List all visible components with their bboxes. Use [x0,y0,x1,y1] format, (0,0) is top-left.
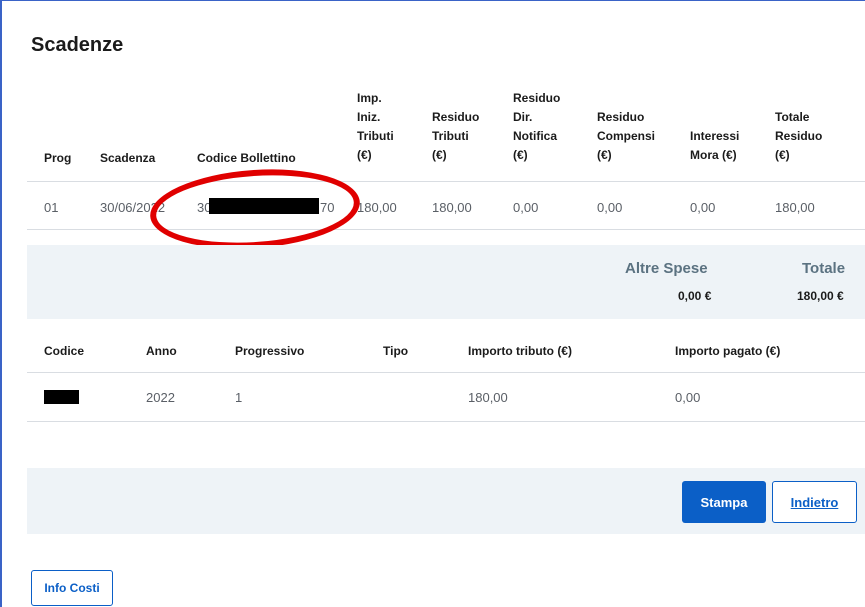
header-scadenza: Scadenza [100,151,156,165]
header-res-trib-line1: Residuo [432,110,480,124]
header-imp-line1: Imp. [357,91,382,105]
header-prog: Prog [44,151,72,165]
tributi-row-divider [27,421,865,422]
header-res-dir-line1: Residuo [513,91,561,105]
cell-residuo-compensi: 0,00 [597,200,623,215]
cell-imp-iniz: 180,00 [357,200,397,215]
header-res-dir-line3: Notifica [513,129,558,143]
header-importo-pagato: Importo pagato (€) [675,344,781,358]
cell-interessi: 0,00 [690,200,716,215]
altre-spese-value: 0,00 € [678,289,712,303]
header-tot-line1: Totale [775,110,810,124]
totale-value: 180,00 € [797,289,844,303]
header-progressivo: Progressivo [235,344,305,358]
altre-spese-label: Altre Spese [625,260,708,277]
header-res-comp-line1: Residuo [597,110,645,124]
header-residuo-compensi: Residuo Compensi (€) [597,108,655,165]
cell-residuo-dir: 0,00 [513,200,539,215]
header-tipo: Tipo [383,344,409,358]
totale-label: Totale [802,260,846,277]
header-int-line2: Mora (€) [690,148,737,162]
header-imp-line4: (€) [357,148,372,162]
header-imp-line2: Iniz. [357,110,381,124]
page-title: Scadenze [31,34,124,56]
header-res-trib-line3: (€) [432,148,447,162]
header-codice: Codice [44,344,85,358]
header-res-trib-line2: Tributi [432,129,469,143]
indietro-button[interactable]: Indietro [772,481,857,523]
cell-progressivo: 1 [235,390,243,405]
header-res-comp-line3: (€) [597,148,612,162]
header-residuo-dir-notifica: Residuo Dir. Notifica (€) [513,89,560,165]
header-imp-iniz-tributi: Imp. Iniz. Tributi (€) [357,89,394,165]
header-tot-line2: Residuo [775,129,823,143]
header-totale-residuo: Totale Residuo (€) [775,108,822,165]
tributi-header-divider [27,372,865,373]
header-divider [27,181,865,182]
row-divider [27,229,865,230]
summary-band [27,245,865,319]
header-res-comp-line2: Compensi [597,129,656,143]
header-codice-bollettino: Codice Bollettino [197,151,296,165]
header-residuo-tributi: Residuo Tributi (€) [432,108,479,165]
redaction-bar [44,390,79,404]
header-int-line1: Interessi [690,129,740,143]
cell-prog: 01 [44,200,59,215]
cell-importo-tributo: 180,00 [468,390,508,405]
cell-importo-pagato: 0,00 [675,390,701,405]
cell-residuo-tributi: 180,00 [432,200,472,215]
cell-totale-residuo: 180,00 [775,200,815,215]
header-imp-line3: Tributi [357,129,394,143]
header-res-dir-line4: (€) [513,148,528,162]
header-res-dir-line2: Dir. [513,110,533,124]
cell-anno: 2022 [146,390,175,405]
header-tot-line3: (€) [775,148,790,162]
header-anno: Anno [146,344,177,358]
header-interessi-mora: Interessi Mora (€) [690,127,739,165]
info-costi-button[interactable]: Info Costi [31,570,113,606]
stampa-button[interactable]: Stampa [682,481,766,523]
header-importo-tributo: Importo tributo (€) [468,344,572,358]
